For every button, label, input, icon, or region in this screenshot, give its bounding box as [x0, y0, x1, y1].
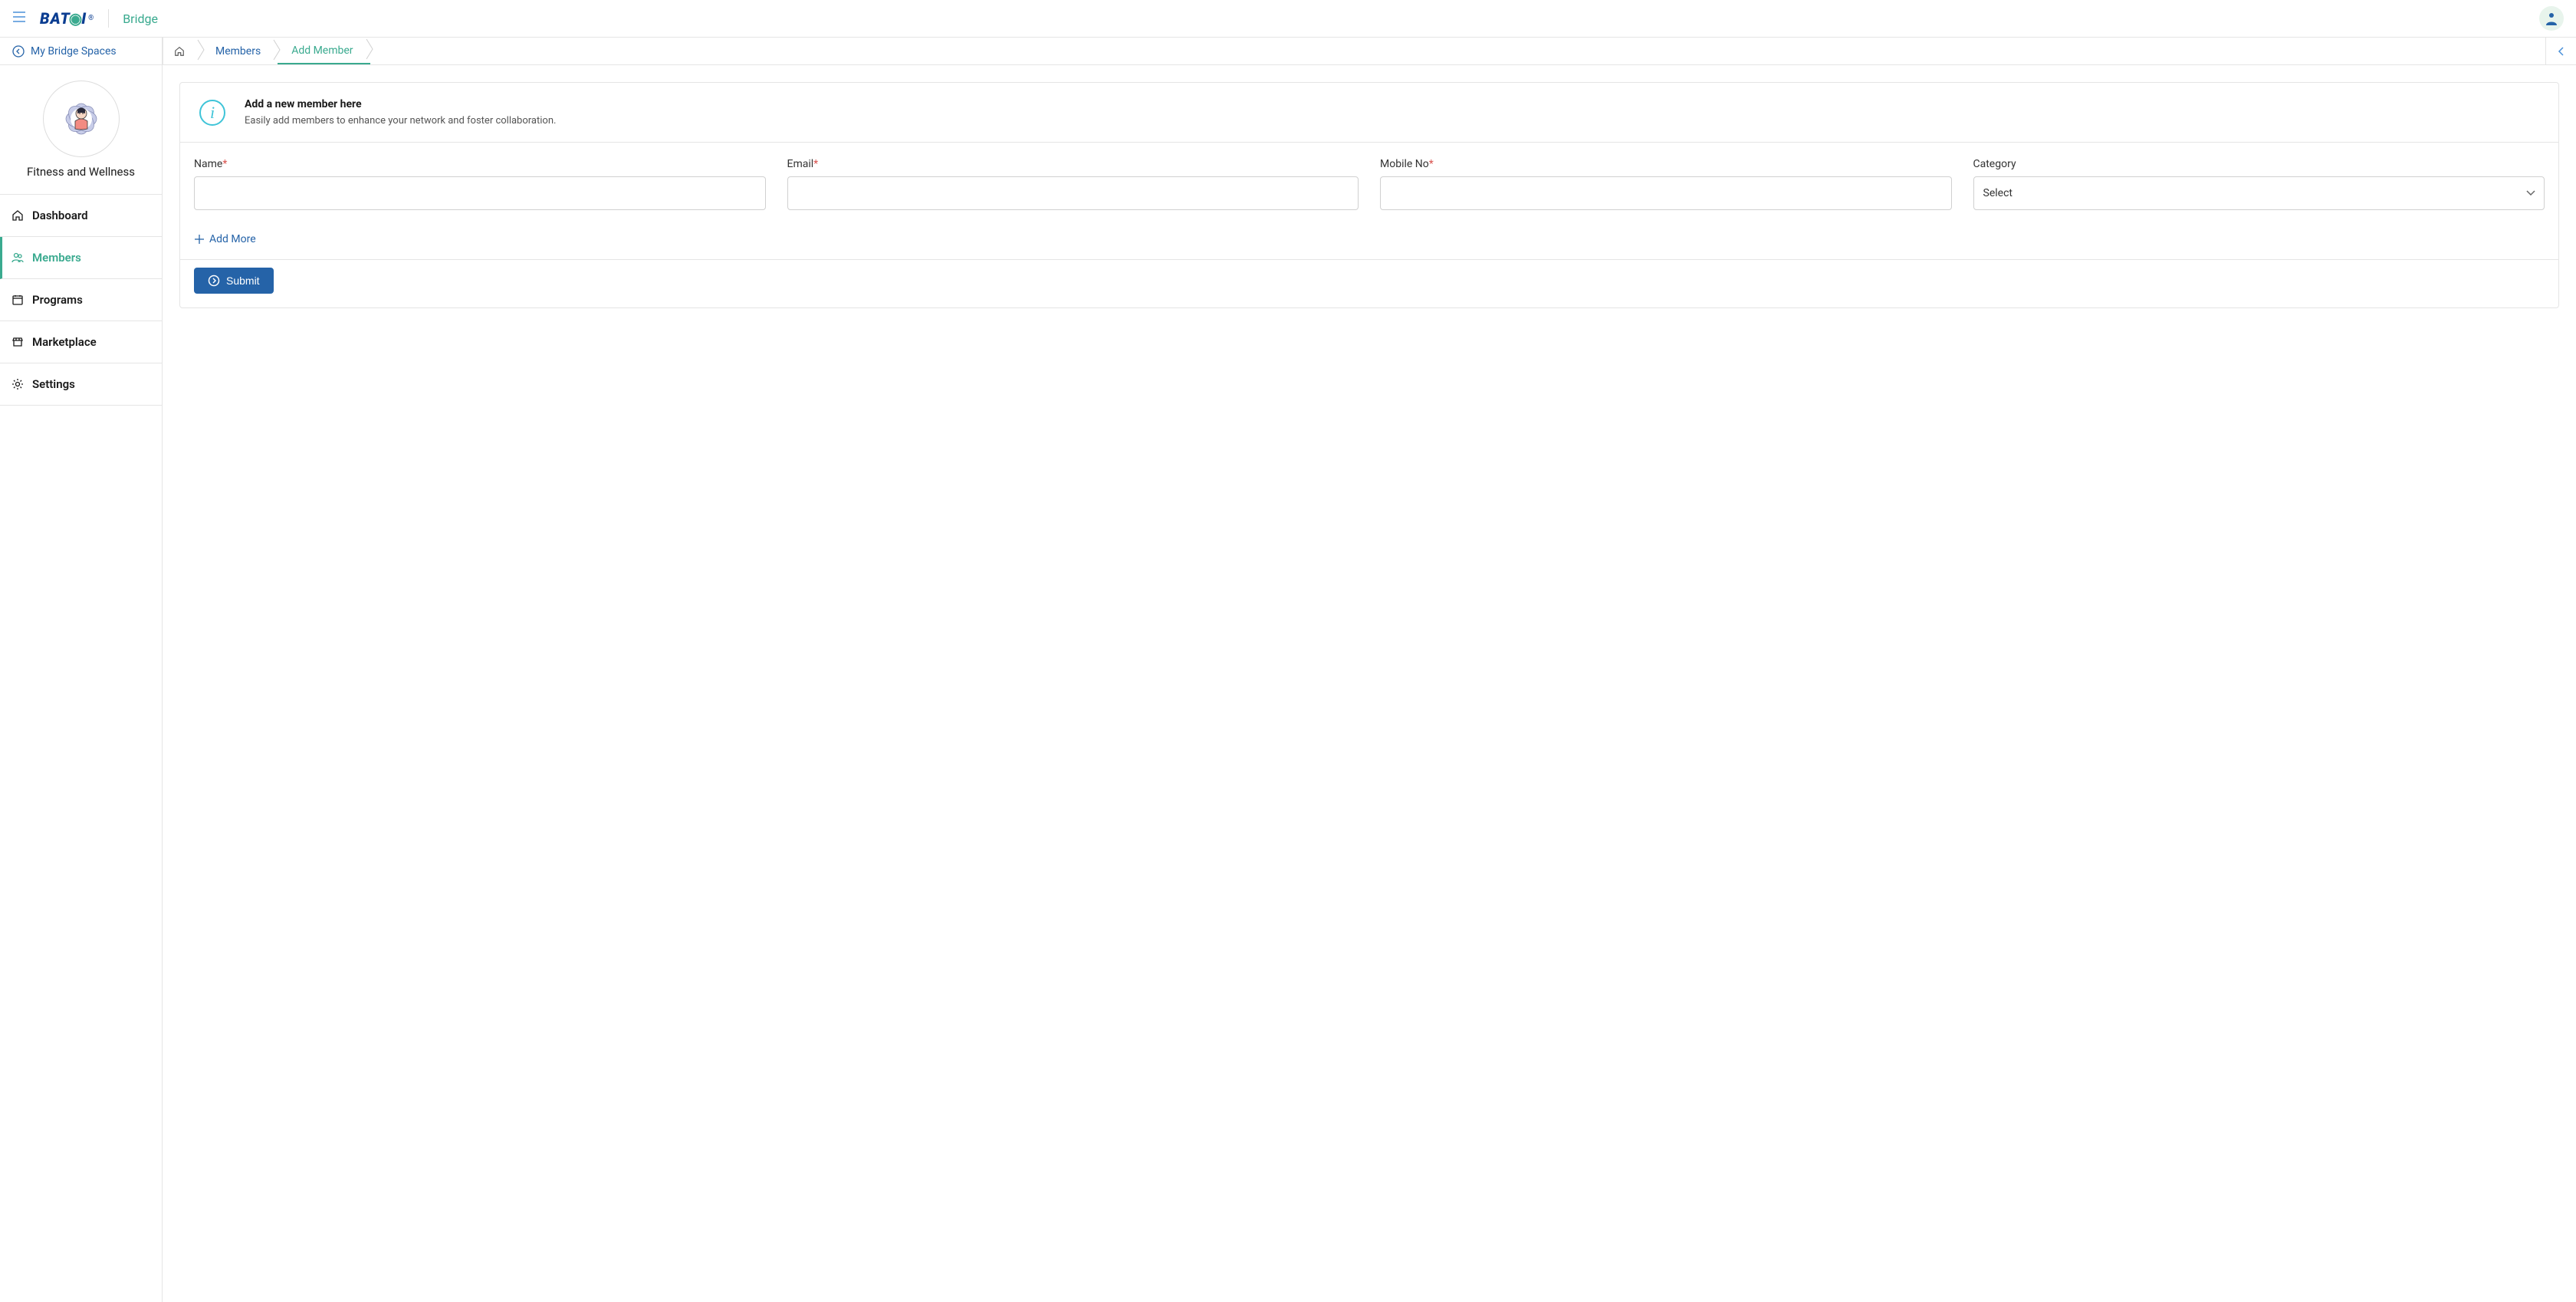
- label-text: Name: [194, 158, 222, 170]
- add-more-button[interactable]: Add More: [194, 229, 256, 250]
- back-label: My Bridge Spaces: [31, 45, 117, 58]
- breadcrumb-label: Add Member: [291, 44, 353, 57]
- space-avatar: [43, 81, 120, 157]
- email-input[interactable]: [787, 176, 1359, 210]
- add-member-card: i Add a new member here Easily add membe…: [179, 82, 2559, 308]
- form-col-email: Email*: [787, 158, 1359, 210]
- store-icon: [11, 335, 25, 349]
- logo-text-2: I: [81, 9, 87, 28]
- category-label: Category: [1973, 158, 2545, 170]
- chevron-left-icon: [2558, 47, 2565, 56]
- required-marker: *: [222, 158, 227, 170]
- form-col-category: Category Select: [1973, 158, 2545, 210]
- sidebar-item-programs[interactable]: Programs: [0, 279, 162, 321]
- main-content: i Add a new member here Easily add membe…: [163, 65, 2576, 325]
- submit-label: Submit: [226, 275, 260, 287]
- form-row: Name* Email* Mobile No*: [194, 158, 2545, 210]
- content-area: Members Add Member: [163, 38, 2576, 1302]
- form-section: Name* Email* Mobile No*: [180, 143, 2558, 260]
- sidebar-nav: Dashboard Members Programs Marketplace: [0, 195, 162, 406]
- sidebar: My Bridge Spaces Fitne: [0, 38, 163, 1302]
- add-more-label: Add More: [209, 233, 256, 245]
- breadcrumb-home[interactable]: [163, 38, 202, 64]
- sidebar-item-members[interactable]: Members: [0, 237, 162, 279]
- users-icon: [11, 251, 25, 265]
- sidebar-item-label: Members: [32, 251, 81, 265]
- sidebar-item-dashboard[interactable]: Dashboard: [0, 195, 162, 237]
- card-footer: Submit: [180, 260, 2558, 307]
- card-title: Add a new member here: [245, 98, 556, 110]
- header-divider: [108, 9, 109, 28]
- plus-icon: [194, 234, 205, 245]
- card-header: i Add a new member here Easily add membe…: [180, 83, 2558, 143]
- breadcrumb-label: Members: [215, 45, 261, 58]
- logo[interactable]: BAT◉I®: [40, 9, 94, 28]
- mobile-label: Mobile No*: [1380, 158, 1952, 170]
- calendar-icon: [11, 293, 25, 307]
- form-col-mobile: Mobile No*: [1380, 158, 1952, 210]
- sidebar-item-label: Dashboard: [32, 209, 88, 222]
- breadcrumb-bar: Members Add Member: [163, 38, 2576, 65]
- name-input[interactable]: [194, 176, 766, 210]
- sidebar-item-label: Programs: [32, 293, 83, 307]
- label-text: Category: [1973, 158, 2016, 170]
- category-select[interactable]: Select: [1973, 176, 2545, 210]
- required-marker: *: [1429, 158, 1434, 170]
- user-avatar-menu[interactable]: [2539, 6, 2564, 31]
- registered-icon: ®: [88, 15, 94, 22]
- select-placeholder: Select: [1983, 187, 2013, 199]
- svg-text:i: i: [210, 103, 215, 122]
- collapse-breadcrumb-button[interactable]: [2545, 38, 2576, 64]
- chevron-right-icon: [366, 38, 375, 63]
- mobile-input[interactable]: [1380, 176, 1952, 210]
- breadcrumb: Members Add Member: [163, 38, 2545, 64]
- submit-button[interactable]: Submit: [194, 268, 274, 294]
- arrow-left-circle-icon: [12, 45, 25, 58]
- space-name: Fitness and Wellness: [12, 165, 150, 179]
- home-icon: [174, 46, 185, 57]
- info-icon: i: [199, 99, 226, 127]
- breadcrumb-members[interactable]: Members: [202, 38, 278, 64]
- user-icon: [2544, 11, 2559, 26]
- hamburger-menu-icon[interactable]: [12, 12, 26, 25]
- form-col-name: Name*: [194, 158, 766, 210]
- gear-icon: [11, 377, 25, 391]
- name-label: Name*: [194, 158, 766, 170]
- sidebar-item-label: Marketplace: [32, 335, 97, 349]
- label-text: Mobile No: [1380, 158, 1429, 170]
- sidebar-item-marketplace[interactable]: Marketplace: [0, 321, 162, 363]
- top-header: BAT◉I® Bridge: [0, 0, 2576, 38]
- required-marker: *: [813, 158, 818, 170]
- logo-text-1: BAT: [40, 9, 71, 28]
- sidebar-item-settings[interactable]: Settings: [0, 363, 162, 406]
- card-subtitle: Easily add members to enhance your netwo…: [245, 115, 556, 127]
- sidebar-item-label: Settings: [32, 377, 75, 391]
- label-text: Email: [787, 158, 814, 170]
- wellness-avatar-icon: [47, 84, 116, 153]
- card-header-text: Add a new member here Easily add members…: [245, 98, 556, 127]
- my-bridge-spaces-link[interactable]: My Bridge Spaces: [0, 38, 162, 65]
- category-select-wrap: Select: [1973, 176, 2545, 210]
- home-icon: [11, 209, 25, 222]
- arrow-right-circle-icon: [208, 275, 220, 287]
- breadcrumb-add-member[interactable]: Add Member: [278, 38, 370, 64]
- space-card: Fitness and Wellness: [0, 65, 162, 195]
- email-label: Email*: [787, 158, 1359, 170]
- app-title[interactable]: Bridge: [123, 12, 158, 26]
- header-left: BAT◉I® Bridge: [12, 9, 158, 28]
